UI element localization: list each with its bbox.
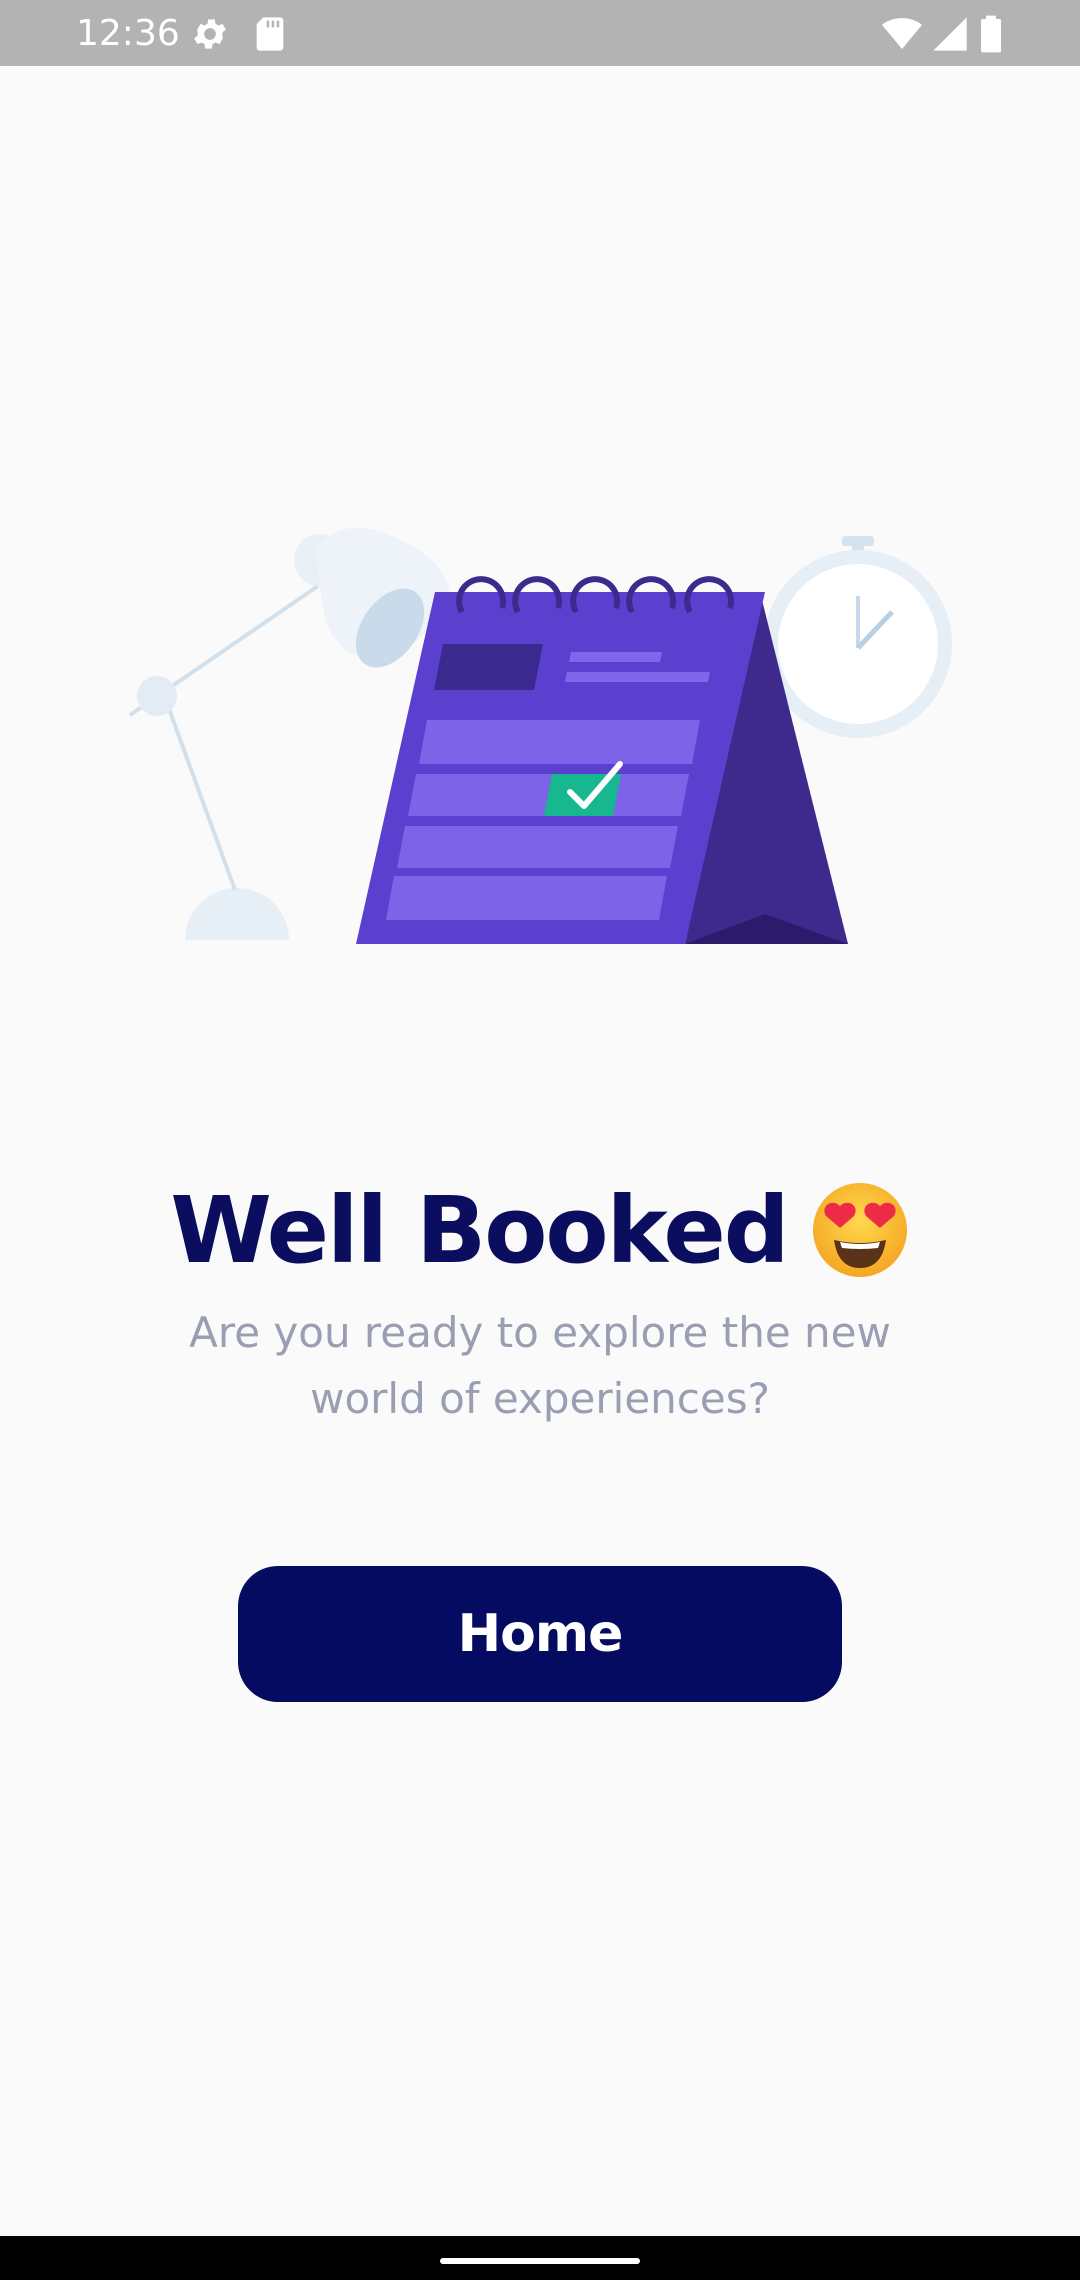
- title-row: Well Booked: [0, 1170, 1080, 1290]
- status-bar: 12:36: [0, 0, 1080, 66]
- screen: 12:36 Well Booked Are you ready to explo…: [0, 0, 1080, 2280]
- heart-eyes-emoji-icon: [812, 1183, 907, 1277]
- stopwatch-icon: [764, 536, 952, 738]
- sd-card-icon: [256, 17, 284, 51]
- gear-icon: [194, 19, 226, 49]
- hero-illustration: [128, 527, 952, 944]
- signal-icon: [933, 17, 967, 51]
- home-indicator[interactable]: [440, 2258, 640, 2264]
- home-button[interactable]: Home: [238, 1566, 842, 1702]
- status-time: 12:36: [76, 13, 180, 54]
- page-title: Well Booked: [170, 1176, 789, 1284]
- subtitle: Are you ready to explore the new world o…: [189, 1308, 891, 1423]
- battery-icon: [981, 15, 1001, 53]
- wifi-icon: [882, 18, 922, 49]
